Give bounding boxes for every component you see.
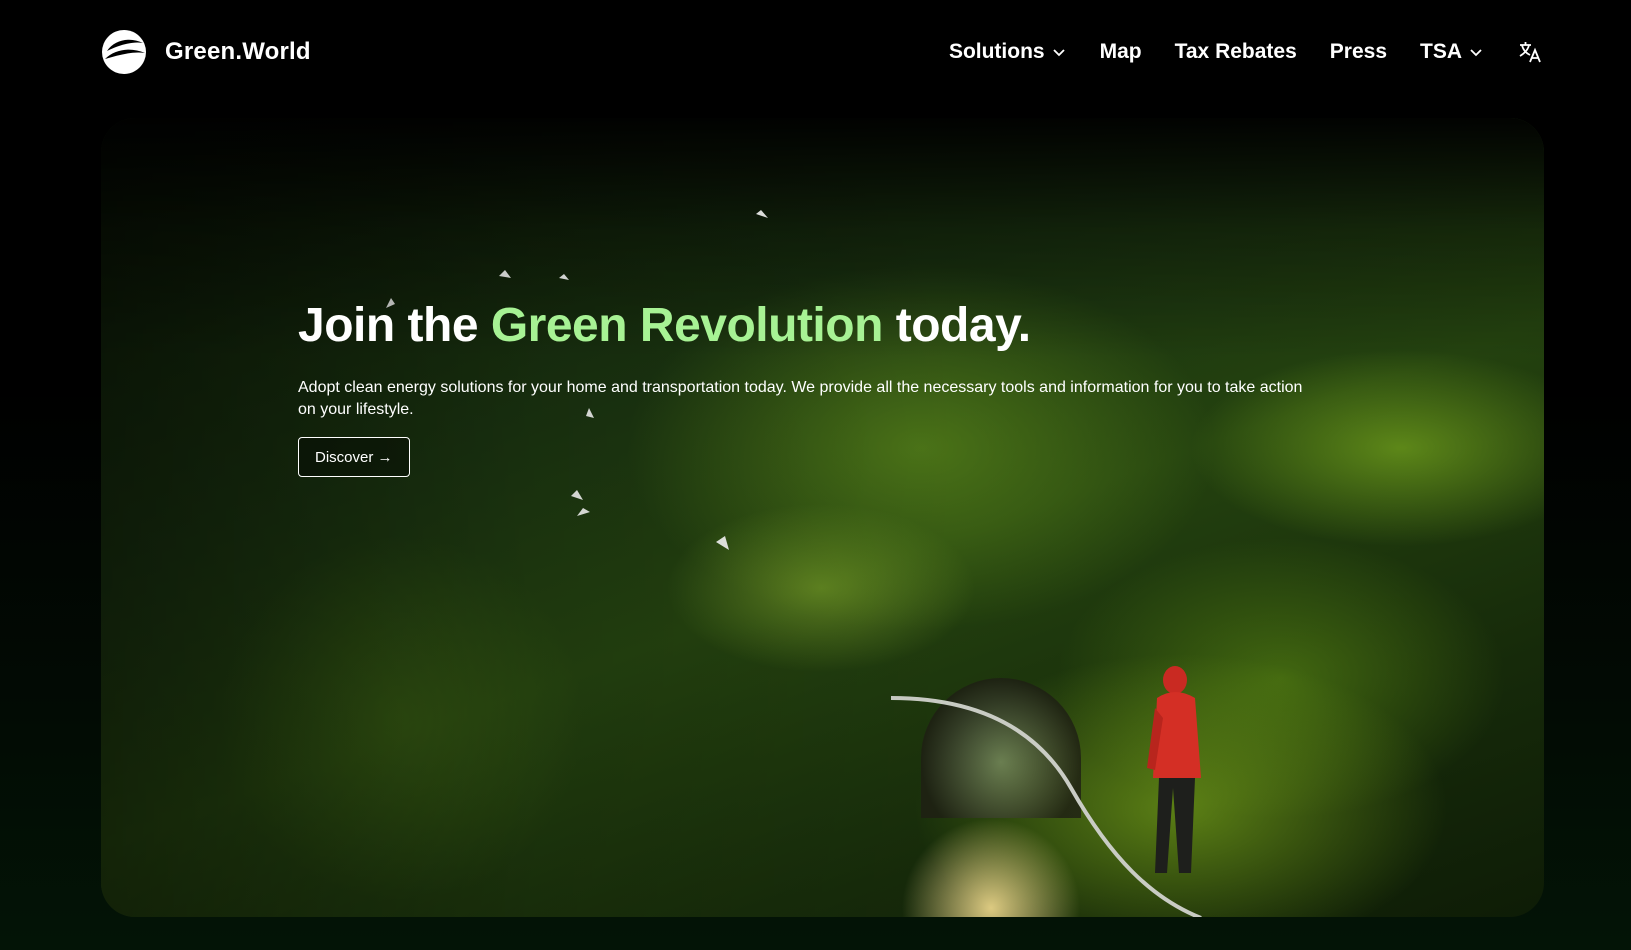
translate-icon[interactable] — [1517, 39, 1543, 65]
nav-item-tsa[interactable]: TSA — [1420, 40, 1484, 64]
top-navigation: Green.World Solutions Map Tax Rebates Pr… — [0, 0, 1631, 104]
nav-item-tax-rebates[interactable]: Tax Rebates — [1175, 40, 1297, 64]
main-menu: Solutions Map Tax Rebates Press TSA — [916, 39, 1543, 65]
discover-button[interactable]: Discover → — [298, 437, 410, 478]
nav-item-solutions[interactable]: Solutions — [949, 40, 1067, 64]
chevron-down-icon — [1470, 49, 1482, 57]
hero-banner: Join the Green Revolution today. Adopt c… — [101, 118, 1544, 917]
headline-accent: Green Revolution — [490, 299, 884, 352]
hero-headline: Join the Green Revolution today. — [298, 298, 1318, 353]
nav-item-label: TSA — [1420, 40, 1462, 63]
brand-home-link[interactable]: Green.World — [101, 29, 311, 75]
hiker-figure — [1147, 666, 1201, 873]
hero-content: Join the Green Revolution today. Adopt c… — [298, 298, 1318, 478]
headline-start: Join the — [298, 299, 491, 352]
cave-tunnel — [921, 678, 1081, 818]
nav-item-label: Solutions — [948, 40, 1045, 63]
brand-name: Green.World — [165, 38, 311, 65]
flying-debris — [386, 210, 768, 550]
nav-item-label: Map — [1099, 40, 1142, 63]
nav-item-map[interactable]: Map — [1100, 40, 1142, 64]
path-light-glow — [901, 818, 1081, 917]
nav-item-label: Tax Rebates — [1174, 40, 1297, 63]
nav-item-press[interactable]: Press — [1330, 40, 1387, 64]
headline-end: today. — [882, 299, 1031, 352]
hero-description: Adopt clean energy solutions for your ho… — [298, 379, 1303, 419]
nav-item-label: Press — [1329, 40, 1387, 63]
chevron-down-icon — [1052, 49, 1065, 57]
handrail — [890, 696, 1202, 917]
green-world-logo-icon — [102, 30, 146, 74]
